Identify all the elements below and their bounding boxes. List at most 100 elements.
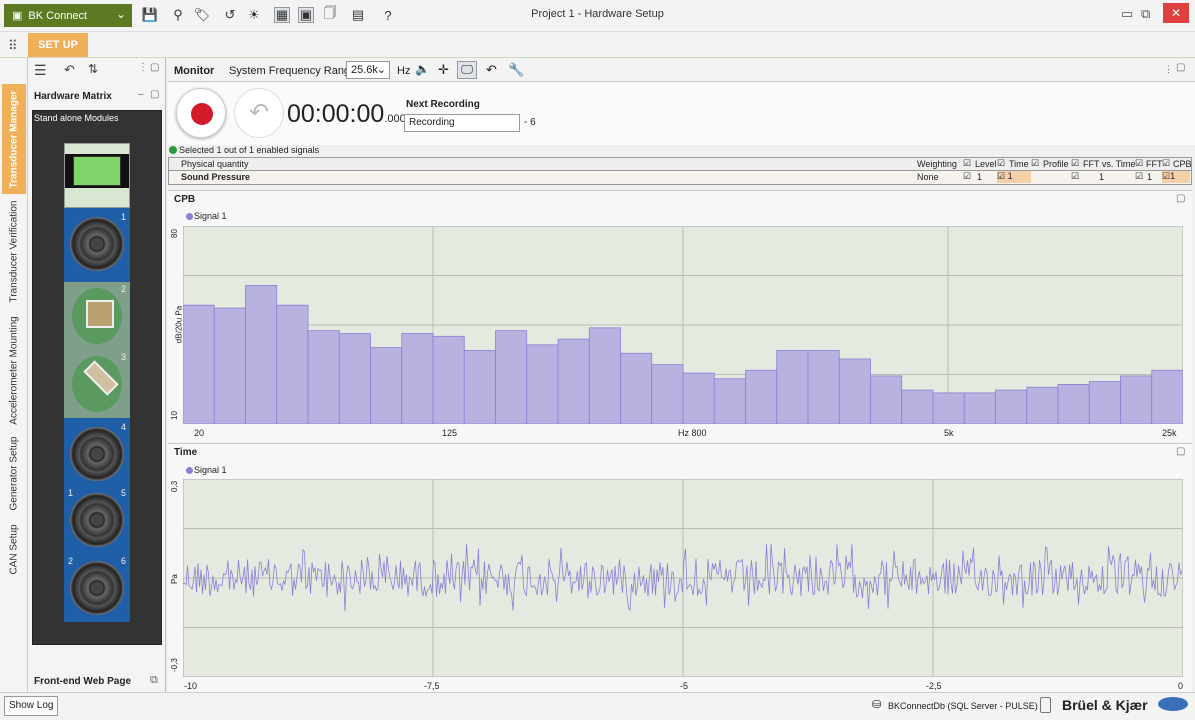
time-xtick: -2,5 (926, 681, 942, 691)
time-xtick: -7,5 (424, 681, 440, 691)
time-checkbox[interactable]: ☑ (997, 158, 1005, 169)
time-legend: Signal 1 (194, 465, 227, 475)
cpb-bar (620, 352, 653, 424)
tab-can-setup[interactable]: CAN Setup (2, 518, 26, 580)
open-web-page-icon[interactable]: ⧉ (150, 674, 158, 687)
cpb-bar (245, 285, 278, 424)
database-status: BKConnectDb (SQL Server - PULSE) (888, 701, 1038, 711)
time-xtick: -10 (184, 681, 198, 691)
cpb-bar (276, 304, 309, 424)
cpb-bar (588, 327, 621, 424)
cpb-bar (932, 392, 965, 424)
fftvt-row-checkbox[interactable]: ☑ (1071, 171, 1079, 182)
signal-status: Selected 1 out of 1 enabled signals (179, 145, 320, 155)
apps-grid-icon[interactable]: ⠿ (8, 38, 18, 54)
profile-checkbox[interactable]: ☑ (1031, 158, 1039, 169)
time-row-cell[interactable]: ☑ 1 (997, 171, 1031, 183)
cpb-bar (495, 330, 528, 424)
cpb-ytick-bottom: 10 (170, 411, 179, 420)
time-chart (183, 479, 1183, 677)
cpb-bar (1151, 369, 1183, 424)
tab-transducer-verification[interactable]: Transducer Verification (2, 196, 26, 306)
cpb-row-cell[interactable]: ☑1 (1162, 171, 1190, 183)
cpb-bar (807, 350, 840, 424)
cpb-bar (183, 304, 215, 424)
minimize-panel-icon[interactable]: – (138, 89, 144, 100)
cpb-bar (1088, 381, 1121, 424)
monitor-display-icon[interactable]: 🖵 (457, 61, 477, 79)
maximize-icon[interactable]: ⧉ (1141, 6, 1150, 22)
level-row-checkbox[interactable]: ☑ (963, 171, 971, 182)
fft-row-checkbox[interactable]: ☑ (1135, 171, 1143, 182)
wrench-icon[interactable]: 🔧 (508, 62, 524, 78)
pin-icon[interactable]: ⋮ (1164, 64, 1173, 75)
close-icon[interactable]: ✕ (1163, 3, 1189, 23)
legend-marker (186, 213, 193, 220)
cpb-bar (432, 335, 465, 424)
cpb-bar (1120, 375, 1153, 424)
freq-unit: Hz (397, 65, 411, 77)
panel-expand-icon[interactable]: ▢ (1176, 62, 1185, 73)
cpb-bar (463, 350, 496, 424)
reset-icon[interactable]: ↶ (486, 62, 497, 78)
cpb-bar (651, 364, 684, 424)
channel-connector[interactable]: 1 (64, 210, 130, 278)
cpb-bar (776, 350, 809, 424)
minimize-icon[interactable]: ▭ (1121, 6, 1133, 22)
channel-connector[interactable]: 15 (64, 486, 130, 554)
next-recording-input[interactable]: Recording (404, 114, 520, 132)
tab-transducer-manager[interactable]: Transducer Manager (2, 84, 26, 194)
undo-recording-button[interactable]: ↶ (234, 88, 284, 138)
recording-suffix: - 6 (524, 117, 536, 128)
pin-icon[interactable]: ⋮ (138, 62, 148, 73)
level-checkbox[interactable]: ☑ (963, 158, 971, 169)
microphone-channel[interactable]: 2 (64, 282, 130, 350)
front-end-web-page-link[interactable]: Front-end Web Page (34, 676, 131, 687)
time-xtick: -5 (680, 681, 689, 691)
table-row[interactable]: Sound Pressure None ☑ 1 ☑ 1 ☑ 1 ☑ 1 ☑1 (168, 171, 1192, 185)
device-icon (1040, 697, 1051, 713)
cpb-bar (401, 333, 434, 424)
cpb-legend: Signal 1 (194, 211, 227, 221)
menu-icon[interactable]: ☰ (34, 62, 47, 79)
tab-generator-setup[interactable]: Generator Setup (2, 432, 26, 514)
cpb-bar (838, 358, 871, 424)
ribbon (0, 32, 1195, 58)
cpb-bar (745, 369, 778, 424)
cpb-xtick: 20 (194, 428, 205, 438)
fft-vs-time-checkbox[interactable]: ☑ (1071, 158, 1079, 169)
channel-connector[interactable]: 26 (64, 554, 130, 622)
cpb-chart (183, 226, 1183, 424)
cpb-bar (995, 389, 1028, 424)
chart-expand-icon[interactable]: ▢ (1176, 446, 1185, 457)
cpb-bar (557, 338, 590, 424)
accelerometer-channel[interactable]: 3 (64, 350, 130, 418)
cpb-bar (526, 344, 559, 424)
time-ylabel: Pa (170, 574, 179, 584)
undo-icon[interactable]: ↶ (64, 62, 75, 78)
crosshair-icon[interactable]: ✛ (438, 62, 449, 78)
fft-checkbox[interactable]: ☑ (1135, 158, 1143, 169)
cpb-bar (870, 375, 903, 424)
record-button[interactable] (176, 88, 226, 138)
freq-range-select[interactable]: 25.6k ⌄ (346, 61, 390, 79)
channel-connector[interactable]: 4 (64, 420, 130, 488)
speaker-icon[interactable]: 🔈 (415, 62, 430, 76)
tab-accelerometer-mounting[interactable]: Accelerometer Mounting (2, 310, 26, 430)
chart-expand-icon[interactable]: ▢ (1176, 193, 1185, 204)
database-icon: ⛁ (872, 699, 882, 711)
panel-expand-icon[interactable]: ▢ (150, 62, 159, 73)
time-chart-title: Time (174, 447, 198, 458)
record-icon (191, 103, 213, 125)
show-log-button[interactable]: Show Log (4, 696, 59, 716)
panel-float-icon[interactable]: ▢ (150, 89, 159, 100)
brand-globe-icon (1158, 697, 1188, 711)
tab-setup[interactable]: SET UP (28, 33, 88, 57)
signal-table-header: Physical quantity Weighting ☑ Level ☑ Ti… (168, 157, 1192, 171)
brand-logo: Brüel & Kjær (1062, 697, 1148, 713)
front-end-module[interactable] (64, 143, 130, 208)
sort-icon[interactable]: ⇅ (88, 62, 98, 76)
cpb-checkbox[interactable]: ☑ (1162, 158, 1170, 169)
time-ytick-bottom: -0,3 (170, 658, 179, 672)
chevron-down-icon: ⌄ (376, 64, 386, 76)
